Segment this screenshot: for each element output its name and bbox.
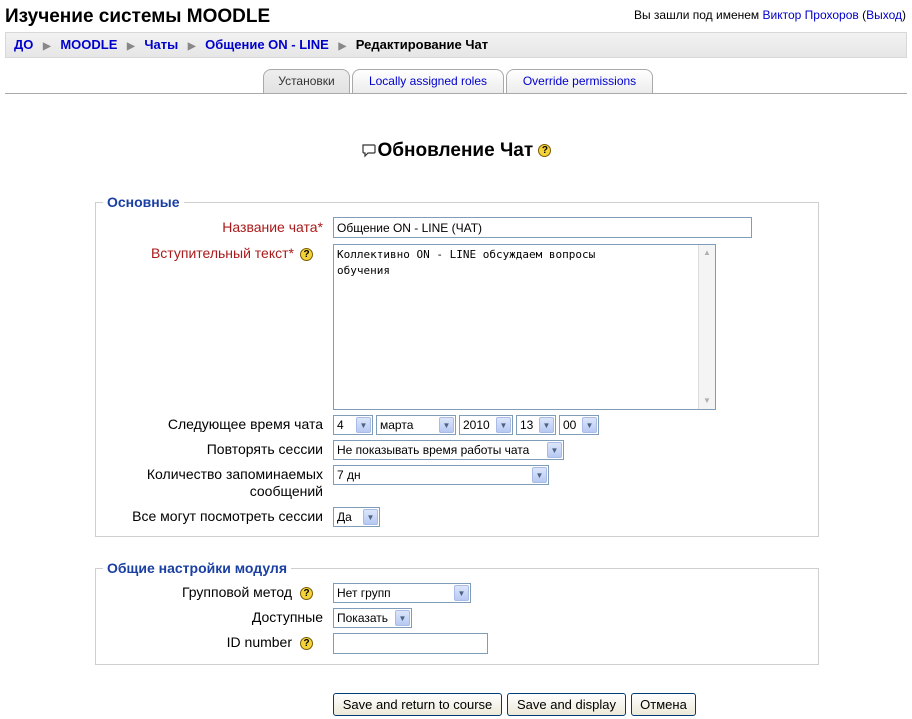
group-mode-value: Нет групп	[337, 586, 391, 600]
month-select[interactable]: марта ▼	[376, 415, 456, 435]
login-info: Вы зашли под именем Виктор Прохоров (Вых…	[634, 8, 906, 22]
view-sessions-select[interactable]: Да ▼	[333, 507, 380, 527]
help-icon[interactable]: ?	[538, 144, 552, 158]
day-value: 4	[337, 418, 344, 432]
scroll-up-icon[interactable]: ▲	[699, 245, 715, 261]
help-icon[interactable]: ?	[300, 637, 313, 650]
idnumber-label: ID number	[226, 634, 292, 650]
repeat-sessions-value: Не показывать время работы чата	[337, 443, 530, 457]
arrow-right-icon: ▶	[127, 41, 135, 52]
breadcrumb-current: Редактирование Чат	[355, 37, 489, 52]
keep-messages-select[interactable]: 7 дн ▼	[333, 465, 549, 485]
breadcrumb-item-chat-online[interactable]: Общение ON - LINE	[205, 37, 329, 52]
visible-value: Показать	[337, 611, 389, 625]
chat-icon	[361, 144, 376, 158]
next-time-label: Следующее время чата	[167, 416, 323, 432]
year-value: 2010	[463, 418, 490, 432]
chevron-down-icon: ▼	[363, 509, 378, 525]
breadcrumb-item-moodle[interactable]: MOODLE	[60, 37, 117, 52]
hour-select[interactable]: 13 ▼	[516, 415, 556, 435]
chevron-down-icon: ▼	[496, 417, 511, 433]
page-heading: Обновление Чат ?	[0, 140, 912, 162]
repeat-sessions-label: Повторять сессии	[206, 441, 323, 457]
minute-value: 00	[563, 418, 577, 432]
keep-messages-label-line1: Количество запоминаемых	[146, 466, 323, 482]
arrow-right-icon: ▶	[43, 41, 51, 52]
breadcrumb: ДО ▶ MOODLE ▶ Чаты ▶ Общение ON - LINE ▶…	[5, 32, 907, 58]
group-mode-select[interactable]: Нет групп ▼	[333, 583, 471, 603]
chevron-down-icon: ▼	[547, 442, 562, 458]
chat-name-label: Название чата*	[222, 219, 323, 235]
view-sessions-value: Да	[337, 510, 352, 524]
chevron-down-icon: ▼	[439, 417, 454, 433]
keep-messages-label-line2: сообщений	[249, 483, 323, 499]
chevron-down-icon: ▼	[539, 417, 554, 433]
intro-text-label: Вступительный текст*	[150, 245, 294, 261]
save-and-return-button[interactable]: Save and return to course	[333, 693, 502, 716]
day-select[interactable]: 4 ▼	[333, 415, 373, 435]
save-and-display-button[interactable]: Save and display	[507, 693, 626, 716]
idnumber-input[interactable]	[333, 633, 488, 654]
month-value: марта	[380, 418, 414, 432]
chevron-down-icon: ▼	[454, 585, 469, 601]
help-icon[interactable]: ?	[300, 587, 313, 600]
textarea-scrollbar[interactable]: ▲ ▼	[698, 245, 715, 409]
breadcrumb-item-chats[interactable]: Чаты	[144, 37, 178, 52]
year-select[interactable]: 2010 ▼	[459, 415, 513, 435]
site-title: Изучение системы MOODLE	[5, 6, 271, 27]
group-mode-label: Групповой метод	[182, 584, 292, 600]
hour-value: 13	[520, 418, 534, 432]
visible-label: Доступные	[251, 609, 323, 625]
logout-paren-close: )	[902, 8, 906, 22]
repeat-sessions-select[interactable]: Не показывать время работы чата ▼	[333, 440, 564, 460]
login-prefix: Вы зашли под именем	[633, 8, 760, 22]
cancel-button[interactable]: Отмена	[631, 693, 696, 716]
intro-text-textarea[interactable]: Коллективно ON - LINE обсуждаем вопросы …	[333, 244, 716, 410]
tab-divider	[5, 93, 907, 94]
tab-locally-assigned-roles[interactable]: Locally assigned roles	[352, 69, 504, 93]
user-profile-link[interactable]: Виктор Прохоров	[763, 8, 859, 22]
chevron-down-icon: ▼	[395, 610, 410, 626]
breadcrumb-item-do[interactable]: ДО	[14, 37, 33, 52]
chevron-down-icon: ▼	[356, 417, 371, 433]
minute-select[interactable]: 00 ▼	[559, 415, 599, 435]
general-legend: Основные	[103, 194, 184, 210]
page-title: Обновление Чат	[377, 140, 534, 161]
keep-messages-label: Количество запоминаемых сообщений	[147, 466, 323, 500]
chevron-down-icon: ▼	[532, 467, 547, 483]
keep-messages-value: 7 дн	[337, 468, 361, 482]
logout-link[interactable]: Выход	[866, 8, 902, 22]
help-icon[interactable]: ?	[300, 248, 313, 261]
tab-override-permissions[interactable]: Override permissions	[506, 69, 653, 93]
common-settings-legend: Общие настройки модуля	[103, 560, 291, 576]
visible-select[interactable]: Показать ▼	[333, 608, 412, 628]
chat-name-input[interactable]	[333, 217, 752, 238]
chevron-down-icon: ▼	[582, 417, 597, 433]
scroll-down-icon[interactable]: ▼	[699, 393, 715, 409]
arrow-right-icon: ▶	[187, 41, 196, 52]
view-sessions-label: Все могут посмотреть сессии	[132, 508, 323, 524]
tab-settings[interactable]: Установки	[263, 69, 350, 93]
arrow-right-icon: ▶	[338, 41, 347, 52]
